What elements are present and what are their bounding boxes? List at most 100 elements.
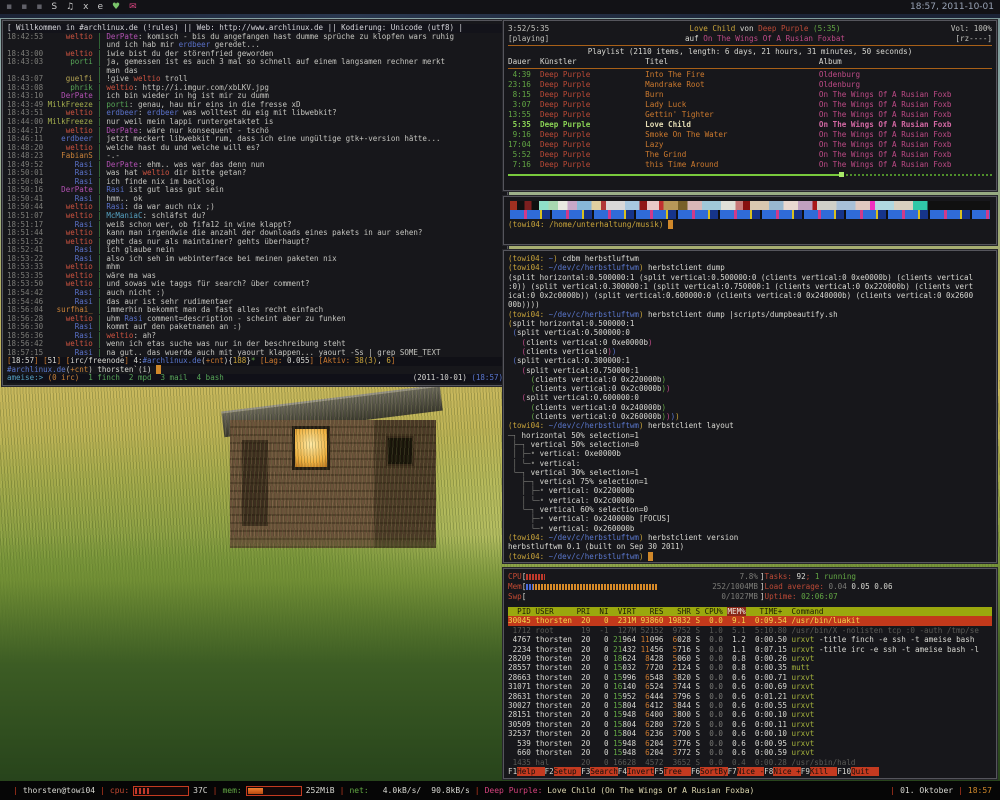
playlist-row[interactable]: 9:16 Deep Purple Smoke On The Water On T… bbox=[508, 130, 992, 140]
tray-icon[interactable]: ♥ bbox=[112, 0, 120, 14]
process-row[interactable]: 28557 thorsten 20 0 15032 7720 2124 S 0.… bbox=[508, 663, 992, 672]
seg: ) bbox=[553, 254, 562, 263]
herbstclient-terminal[interactable]: (towi04: ~) cdbm herbstluftwm(towi04: ~/… bbox=[503, 250, 997, 563]
seg: 1435 hal 20 0 16628 4572 3652 S 0.0 0.4 … bbox=[508, 758, 855, 767]
process-row[interactable]: 32537 thorsten 20 0 15804 6236 3700 S 0.… bbox=[508, 729, 992, 738]
tmux-window-tab[interactable]: 1 finch bbox=[84, 374, 125, 383]
process-row[interactable]: 4767 thorsten 20 0 21964 11096 6028 S 0.… bbox=[508, 635, 992, 644]
cpu-meter-bar: 7.8% bbox=[526, 573, 760, 581]
track-progress-bar[interactable] bbox=[508, 172, 992, 178]
htop-fkey[interactable]: F10Quit bbox=[837, 767, 878, 776]
process-row[interactable]: 2234 thorsten 20 0 21432 11456 5716 S 0.… bbox=[508, 645, 992, 654]
playlist-row[interactable]: 4:39 Deep Purple Into The Fire Oldenburg bbox=[508, 70, 992, 80]
process-row[interactable]: 28209 thorsten 20 0 18624 8428 5060 S 0.… bbox=[508, 654, 992, 663]
net-down: 4.0kB/s/ bbox=[383, 786, 422, 795]
tmux-window-tab[interactable]: (0 irc) bbox=[43, 374, 84, 383]
htop-fkey[interactable]: F7Nice - bbox=[728, 767, 765, 776]
process-row[interactable]: 30027 thorsten 20 0 15804 6412 3844 S 0.… bbox=[508, 701, 992, 710]
seg: 820 S bbox=[677, 673, 709, 682]
tray-icon[interactable]: e bbox=[97, 0, 103, 14]
process-row[interactable]: 28631 thorsten 20 0 15952 6444 3796 S 0.… bbox=[508, 692, 992, 701]
seg: 0.0 bbox=[709, 663, 723, 672]
seg: vertical: 0x240000b [FOCUS] bbox=[549, 514, 671, 523]
tmux-window-tab[interactable]: 3 mail bbox=[156, 374, 192, 383]
music-player-window[interactable]: 3:52/5:35 [playing] Love Child von Deep … bbox=[503, 20, 997, 191]
separator: | bbox=[13, 786, 18, 795]
htop-fkey[interactable]: F8Nice + bbox=[764, 767, 801, 776]
htop-fkey[interactable]: F6SortBy bbox=[691, 767, 728, 776]
volume-indicator[interactable]: Vol: 100% bbox=[902, 24, 992, 34]
seg: (towi04: bbox=[508, 263, 549, 272]
terminal-line: │ ├─• vertical: 0x220000b bbox=[508, 486, 992, 495]
process-row[interactable]: 539 thorsten 20 0 15948 6204 3776 S 0.0 … bbox=[508, 739, 992, 748]
playlist-row[interactable]: 23:16 Deep Purple Mandrake Root Oldenbur… bbox=[508, 80, 992, 90]
cpu-meter-value: 7.8% bbox=[740, 573, 758, 581]
cpu-meter-label: CPU bbox=[508, 572, 522, 582]
htop-fkey[interactable]: F4Invert bbox=[618, 767, 655, 776]
process-row[interactable]: 28663 thorsten 20 0 15996 6548 3820 S 0.… bbox=[508, 673, 992, 682]
tmux-window-tab[interactable]: 4 bash bbox=[192, 374, 224, 383]
seg bbox=[508, 393, 522, 402]
htop-function-bar: F1Help F2Setup F3SearchF4InvertF5Tree F6… bbox=[508, 767, 992, 776]
playlist-row[interactable]: 3:07 Deep Purple Lady Luck On The Wings … bbox=[508, 100, 992, 110]
htop-fkey[interactable]: F5Tree bbox=[654, 767, 691, 776]
shell-prompt[interactable]: (towi04: /home/unterhaltung/musik) bbox=[508, 220, 992, 230]
process-row[interactable]: 1712 root 19 -1 127M 52152 9752 S 1.0 5.… bbox=[508, 626, 992, 635]
seg bbox=[508, 347, 522, 356]
htop-window[interactable]: CPU[ 7.8% ] Mem[ 252/1004MB ] Swp[ 0/102… bbox=[503, 568, 997, 779]
playlist-row[interactable]: 7:16 Deep Purple this Time Around On The… bbox=[508, 160, 992, 170]
process-row[interactable]: 30045 thorsten 20 0 231M 93860 19832 S 0… bbox=[508, 616, 992, 625]
htop-fkey[interactable]: F9Kill bbox=[801, 767, 838, 776]
seg: 524 bbox=[650, 682, 673, 691]
now-playing-title: Love Child (On The Wings Of A Rusian Fox… bbox=[542, 786, 754, 795]
process-table-header[interactable]: PID USER PRI NI VIRT RES SHR S CPU% MEM%… bbox=[508, 607, 992, 616]
seg: 0.6 0:00.55 bbox=[723, 701, 792, 710]
playlist-row[interactable]: 5:35 Deep Purple Love Child On The Wings… bbox=[508, 120, 992, 130]
process-row[interactable]: 30509 thorsten 20 0 15804 6280 3720 S 0.… bbox=[508, 720, 992, 729]
process-row[interactable]: 31071 thorsten 20 0 16140 6524 3744 S 0.… bbox=[508, 682, 992, 691]
seg: Gettin' Tighter bbox=[645, 110, 819, 119]
seg: ) bbox=[639, 310, 648, 319]
now-playing-artist: Deep Purple: bbox=[485, 786, 543, 795]
playlist-row[interactable]: 5:52 Deep Purple The Grind On The Wings … bbox=[508, 150, 992, 160]
process-row[interactable]: 28151 thorsten 20 0 15948 6400 3800 S 0.… bbox=[508, 710, 992, 719]
color-strip-terminal[interactable]: (towi04: /home/unterhaltung/musik) bbox=[503, 196, 997, 245]
irc-terminal-window[interactable]: [ Willkommen in #archlinux.de (!rules) |… bbox=[2, 20, 508, 386]
seg: On The Wings Of A Rusian Foxb bbox=[819, 130, 952, 139]
seg: this Time Around bbox=[645, 160, 819, 169]
process-row[interactable]: 1435 hal 20 0 16628 4572 3652 S 0.0 0.4 … bbox=[508, 758, 992, 767]
seg: 124 S bbox=[677, 663, 709, 672]
seg: -title finch -e ssh -t ameise bash bbox=[814, 635, 974, 644]
tray-icon[interactable]: x bbox=[83, 0, 88, 14]
tray-icon[interactable]: ♫ bbox=[66, 0, 74, 14]
tmux-window-tab[interactable]: 2 mpd bbox=[124, 374, 156, 383]
htop-fkey[interactable]: F2Setup bbox=[545, 767, 582, 776]
playlist-row[interactable]: 17:04 Deep Purple Lazy On The Wings Of A… bbox=[508, 140, 992, 150]
seg: vertical 30% selection=1 bbox=[531, 468, 639, 477]
tray-icon[interactable]: S bbox=[51, 0, 57, 14]
seg: 23:16 bbox=[508, 80, 531, 89]
tray-icon[interactable]: ✉ bbox=[129, 0, 137, 14]
seg: horizontal 50% selection=1 bbox=[522, 431, 639, 440]
seg: └─┐ bbox=[508, 468, 531, 477]
seg bbox=[531, 150, 540, 159]
playlist-row[interactable]: 13:55 Deep Purple Gettin' Tighter On The… bbox=[508, 110, 992, 120]
progress-marker[interactable] bbox=[839, 172, 844, 177]
tray-icon[interactable]: ▪ bbox=[6, 0, 12, 14]
tmux-window-tab[interactable]: ameise:> bbox=[7, 374, 43, 383]
tray-icon[interactable]: ▪ bbox=[21, 0, 27, 14]
seg: clients vertical:0 0x2c0000b bbox=[535, 384, 661, 393]
terminal-line: (towi04: ~/dev/c/herbstluftwm) herbstcli… bbox=[508, 421, 992, 430]
seg bbox=[531, 110, 540, 119]
htop-fkey[interactable]: F1Help bbox=[508, 767, 545, 776]
htop-fkey[interactable]: F3Search bbox=[581, 767, 618, 776]
seg: ~/dev/c/herbstluftwm bbox=[549, 552, 639, 561]
playlist-row[interactable]: 8:15 Deep Purple Burn On The Wings Of A … bbox=[508, 90, 992, 100]
process-row[interactable]: 660 thorsten 20 0 15948 6204 3772 S 0.0 … bbox=[508, 748, 992, 757]
seg: 1712 root 19 -1 127M 52152 9752 S 1.0 5.… bbox=[508, 626, 979, 635]
tray-icon[interactable]: ▪ bbox=[36, 0, 42, 14]
seg: 716 S bbox=[677, 645, 709, 654]
seg: TIME+ Command bbox=[746, 607, 988, 616]
seg: 17:04 bbox=[508, 140, 531, 149]
seg: 188 bbox=[233, 356, 247, 365]
